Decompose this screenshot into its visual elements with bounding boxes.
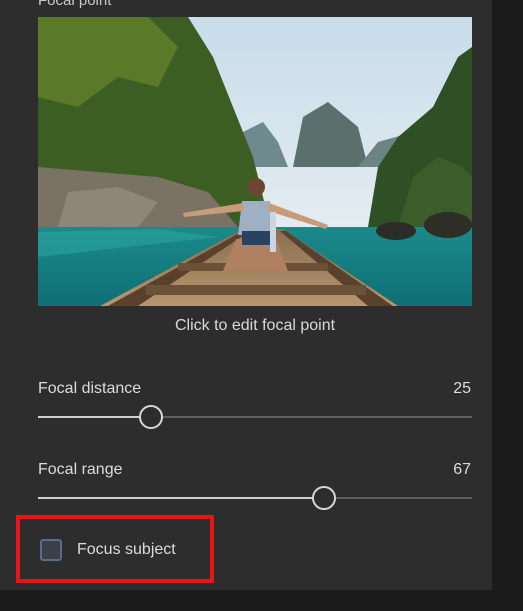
- focal-range-value[interactable]: 67: [453, 461, 471, 479]
- focal-range-slider[interactable]: [38, 486, 472, 510]
- focal-range-label: Focal range: [38, 461, 123, 478]
- focus-subject-checkbox[interactable]: [40, 539, 62, 561]
- panel-bottom-gutter: [0, 590, 492, 611]
- photo-caption: Click to edit focal point: [174, 317, 336, 334]
- panel-right-gutter: [492, 0, 523, 611]
- section-title: Focal point: [38, 0, 112, 9]
- focal-point-photo[interactable]: [38, 17, 472, 306]
- focal-distance-fill: [38, 416, 151, 418]
- focal-distance-thumb[interactable]: [138, 405, 163, 429]
- focal-distance-value[interactable]: 25: [453, 380, 471, 398]
- focal-range-fill: [38, 497, 325, 499]
- focal-distance-label: Focal distance: [38, 380, 142, 397]
- focus-subject-label[interactable]: Focus subject: [77, 541, 176, 559]
- focal-distance-slider[interactable]: [38, 405, 472, 429]
